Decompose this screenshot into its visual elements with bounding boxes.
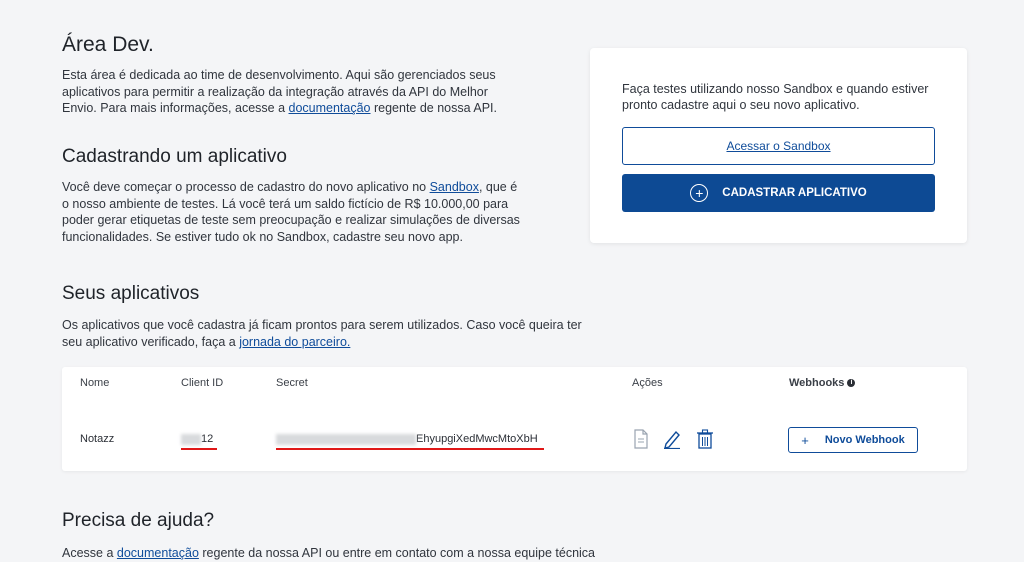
edit-pencil-icon[interactable] [663,429,681,449]
secret-suffix: EhyupgiXedMwcMtoXbH [416,433,538,445]
app-client-id: 12 [181,433,213,445]
register-description: Você deve começar o processo de cadastro… [62,179,522,245]
sandbox-link[interactable]: Sandbox [430,180,479,194]
new-webhook-label: Novo Webhook [824,434,905,446]
help-description: Acesse a documentação regente da nossa A… [62,545,622,562]
register-app-label: CADASTRAR APLICATIVO [722,187,867,199]
trash-icon[interactable] [696,429,714,449]
apps-table: Nome Client ID Secret Ações Webhooks i No… [62,367,967,471]
highlight-underline [276,448,544,450]
webhooks-header-label: Webhooks [789,377,845,389]
app-name: Notazz [80,433,115,445]
col-secret-header: Secret [276,377,308,389]
col-client-id-header: Client ID [181,377,224,389]
redacted-block [276,433,416,445]
client-id-suffix: 12 [201,433,214,445]
app-secret[interactable]: EhyupgiXedMwcMtoXbH [276,433,538,445]
dev-text-end: regente de nossa API. [370,101,497,115]
apps-section-title: Seus aplicativos [62,283,200,304]
highlight-underline [181,448,217,450]
register-section-title: Cadastrando um aplicativo [62,146,287,167]
access-sandbox-button[interactable]: Acessar o Sandbox [622,127,935,165]
col-actions-header: Ações [632,377,663,389]
help-text-end: regente da nossa API ou entre em contato… [198,546,595,560]
partner-journey-link[interactable]: jornada do parceiro. [239,335,350,349]
plus-icon: + [801,432,809,448]
plus-circle-icon: + [690,184,709,202]
register-app-button[interactable]: + CADASTRAR APLICATIVO [622,174,935,212]
page-title: Área Dev. [62,33,154,56]
sandbox-card-text: Faça testes utilizando nosso Sandbox e q… [622,82,929,112]
register-text: Você deve começar o processo de cadastro… [62,180,430,194]
col-webhooks-header: Webhooks i [789,377,856,389]
help-section-title: Precisa de ajuda? [62,510,215,531]
dev-description: Esta área é dedicada ao time de desenvol… [62,67,502,117]
new-webhook-button[interactable]: + Novo Webhook [788,427,918,453]
info-icon[interactable]: i [847,379,856,388]
apps-description: Os aplicativos que você cadastra já fica… [62,317,582,350]
document-icon[interactable] [632,429,650,449]
col-name-header: Nome [80,377,110,389]
help-documentation-link[interactable]: documentação [117,546,199,560]
help-text: Acesse a [62,546,117,560]
documentation-link[interactable]: documentação [289,101,371,115]
redacted-block [181,433,201,445]
sandbox-card: Faça testes utilizando nosso Sandbox e q… [590,48,967,243]
